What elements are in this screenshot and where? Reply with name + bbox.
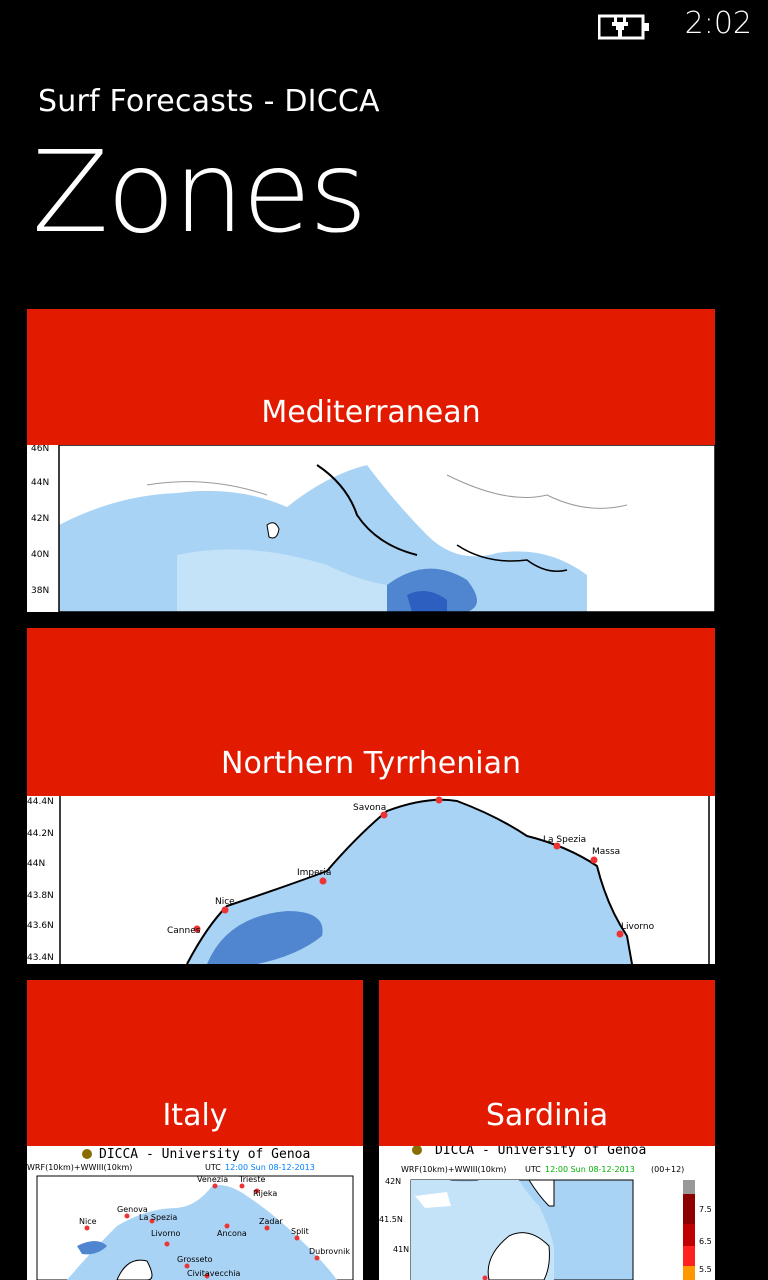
scale-value: 6.5 xyxy=(699,1237,712,1246)
lat-tick: 41N xyxy=(393,1245,409,1254)
city-label: Venezia xyxy=(197,1175,228,1184)
city-label: Imperia xyxy=(297,868,331,878)
northern-tyrrhenian-map-image: 44.4N 44.2N 44N 43.8N 43.6N 43.4N Savona… xyxy=(27,796,715,964)
lat-tick: 44N xyxy=(27,859,45,869)
zone-tile-label: Sardinia xyxy=(485,1098,609,1133)
city-label: La Spezia xyxy=(139,1213,177,1222)
city-label: Trieste xyxy=(238,1175,265,1184)
italy-map-image: DICCA - University of Genoa WRF(10km)+WW… xyxy=(27,1146,363,1280)
city-label: Rijeka xyxy=(253,1189,277,1198)
model-label: WRF(10km)+WWIII(10km) xyxy=(401,1165,506,1174)
city-label: Split xyxy=(291,1227,309,1236)
status-bar: 2:02 xyxy=(0,0,768,50)
zone-tile-label: Northern Tyrrhenian xyxy=(221,746,521,781)
model-label: WRF(10km)+WWIII(10km) xyxy=(27,1163,132,1172)
lat-tick: 40N xyxy=(31,550,49,560)
zone-tile-sardinia[interactable]: Sardinia DICCA - University of Genoa WRF… xyxy=(379,980,715,1280)
forecast-step: (00+12) xyxy=(651,1165,684,1174)
city-label: Civitavecchia xyxy=(187,1269,241,1278)
city-label: Savona xyxy=(353,803,386,813)
city-label: Livorno xyxy=(621,922,655,932)
city-label: Nice xyxy=(79,1217,97,1226)
city-label: Nice xyxy=(215,897,235,907)
lat-tick: 43.6N xyxy=(27,921,54,931)
city-label: Ancona xyxy=(217,1229,247,1238)
zone-tile-label: Italy xyxy=(162,1098,228,1133)
scale-value: 5.5 xyxy=(699,1265,712,1274)
zone-tile-northern-tyrrhenian[interactable]: Northern Tyrrhenian 44.4N 44.2N 44N 43.8… xyxy=(27,628,715,964)
city-label: Grosseto xyxy=(177,1255,213,1264)
lat-tick: 42N xyxy=(31,514,49,524)
clock: 2:02 xyxy=(684,6,752,41)
lat-tick: 42N xyxy=(385,1177,401,1186)
scale-value: 7.5 xyxy=(699,1205,712,1214)
zone-tile-label: Mediterranean xyxy=(261,395,481,430)
lat-tick: 46N xyxy=(31,445,49,454)
zone-tile-italy[interactable]: Italy DICCA - University of Genoa WRF(10… xyxy=(27,980,363,1280)
map-header: DICCA - University of Genoa xyxy=(99,1147,310,1162)
utc-time: 12:00 Sun 08-12-2013 xyxy=(545,1165,635,1174)
zone-tile-mediterranean[interactable]: Mediterranean 46N 44N 42N 40N 38N xyxy=(27,309,715,612)
lat-tick: 43.8N xyxy=(27,891,54,901)
utc-time: 12:00 Sun 08-12-2013 xyxy=(225,1163,315,1172)
page-title: Zones xyxy=(32,128,367,258)
city-label: La Spezia xyxy=(543,835,586,845)
city-label: Massa xyxy=(592,847,620,857)
utc-prefix: UTC xyxy=(525,1165,541,1174)
city-label: Zadar xyxy=(259,1217,283,1226)
lat-tick: 44.4N xyxy=(27,797,54,807)
mediterranean-map-image: 46N 44N 42N 40N 38N xyxy=(27,445,715,612)
app-title: Surf Forecasts - DICCA xyxy=(38,84,380,119)
lat-tick: 44.2N xyxy=(27,829,54,839)
city-label: Cannes xyxy=(167,926,201,936)
lat-tick: 38N xyxy=(31,586,49,596)
map-header: DICCA - University of Genoa xyxy=(435,1146,646,1158)
city-label: Dubrovnik xyxy=(309,1247,350,1256)
lat-tick: 41.5N xyxy=(379,1215,403,1224)
sardinia-map-image: DICCA - University of Genoa WRF(10km)+WW… xyxy=(379,1146,715,1280)
lat-tick: 44N xyxy=(31,478,49,488)
utc-prefix: UTC xyxy=(205,1163,221,1172)
battery-charging-icon xyxy=(598,14,649,40)
city-label: Livorno xyxy=(151,1229,181,1238)
lat-tick: 43.4N xyxy=(27,953,54,963)
